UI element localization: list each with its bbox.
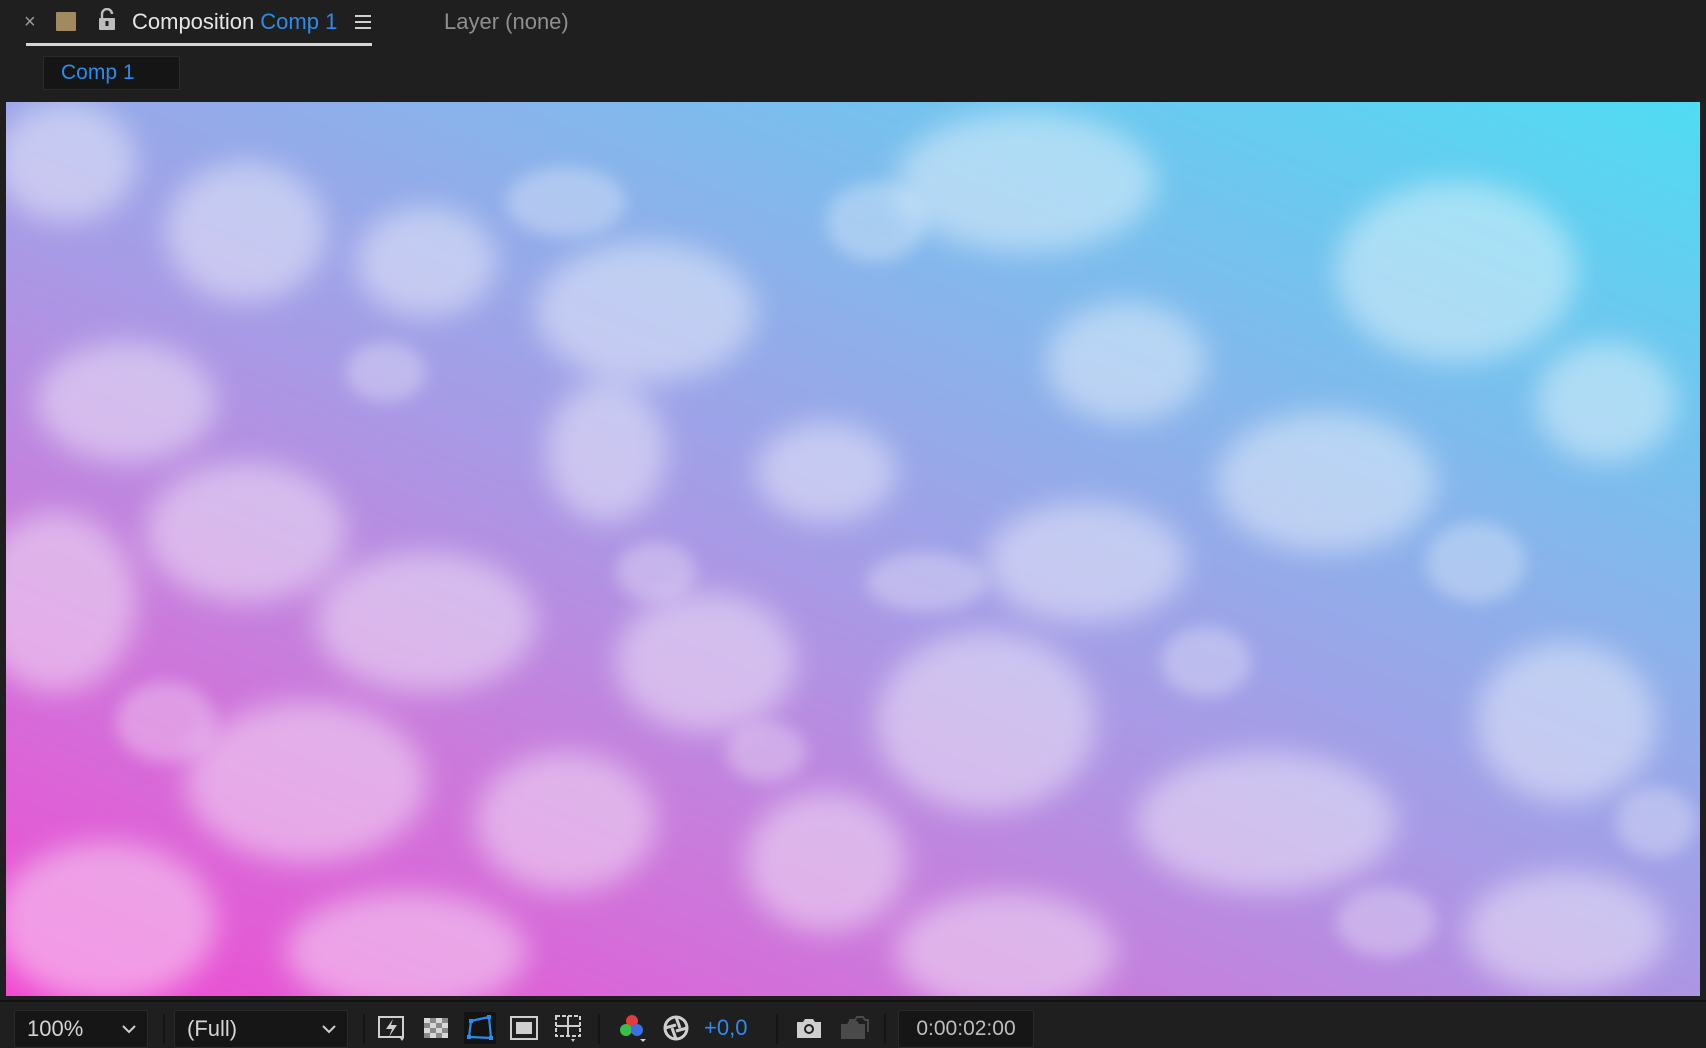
viewer-toolbar: 100% (Full) +0,0 0:00:02:00 <box>0 1000 1706 1048</box>
breadcrumb: Comp 1 <box>0 50 1706 98</box>
title-action-safe-icon[interactable] <box>552 1012 584 1044</box>
reset-exposure-icon[interactable] <box>660 1012 692 1044</box>
show-snapshot-icon[interactable] <box>837 1012 869 1044</box>
exposure-value[interactable]: +0,0 <box>704 1012 747 1044</box>
layer-tab[interactable]: Layer (none) <box>444 8 569 36</box>
magnification-value: 100% <box>27 1016 84 1041</box>
resolution-dropdown[interactable]: (Full) <box>174 1010 348 1048</box>
label-color-swatch[interactable] <box>56 12 76 31</box>
channel-rgb-icon[interactable] <box>616 1012 648 1044</box>
toolbar-divider <box>598 1014 600 1044</box>
lock-icon[interactable] <box>96 8 118 32</box>
tab-title-prefix: Composition <box>132 9 255 34</box>
clouds-layer <box>6 102 1696 996</box>
toolbar-divider <box>363 1014 365 1044</box>
magnification-dropdown[interactable]: 100% <box>14 1010 148 1048</box>
composition-tab-title[interactable]: Composition Comp 1 <box>132 8 337 36</box>
snapshot-camera-icon[interactable] <box>793 1012 825 1044</box>
close-icon[interactable]: × <box>24 10 40 34</box>
resolution-value: (Full) <box>187 1016 238 1041</box>
toolbar-divider <box>163 1014 165 1044</box>
composition-viewer[interactable] <box>6 102 1700 996</box>
mask-path-visibility-icon[interactable] <box>464 1012 496 1044</box>
chevron-down-icon <box>122 1025 136 1034</box>
chevron-down-icon <box>322 1025 336 1034</box>
fast-previews-icon[interactable] <box>376 1012 408 1044</box>
toolbar-divider <box>776 1014 778 1044</box>
breadcrumb-comp[interactable]: Comp 1 <box>43 56 180 90</box>
panel-menu-icon[interactable] <box>354 13 372 31</box>
current-time-display[interactable]: 0:00:02:00 <box>898 1010 1034 1048</box>
toolbar-divider <box>884 1014 886 1044</box>
region-of-interest-icon[interactable] <box>508 1012 540 1044</box>
tab-comp-name: Comp 1 <box>260 9 338 34</box>
transparency-grid-icon[interactable] <box>420 1012 452 1044</box>
panel-tab-bar: × Composition Comp 1 Layer (none) <box>0 0 1706 50</box>
